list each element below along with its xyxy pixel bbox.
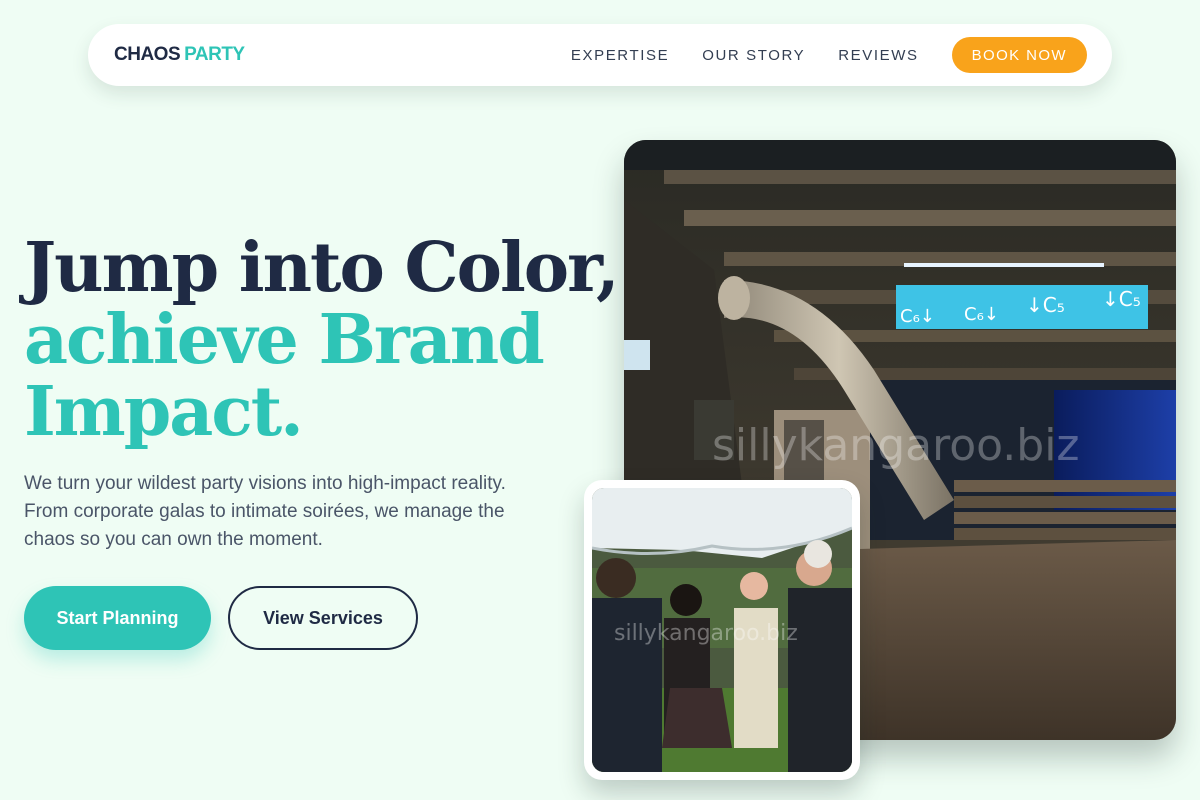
hero-headline-line-2: achieve Brand: [24, 300, 545, 380]
sign-c5-right: ↓C₅: [1102, 287, 1141, 311]
nav-link-our-story[interactable]: OUR STORY: [702, 47, 805, 64]
hero-headline: Jump into Color, achieve Brand Impact.: [24, 228, 620, 452]
hero-headline-line-3: Impact.: [24, 372, 304, 452]
hero-headline-line-1: Jump into Color,: [24, 228, 620, 308]
event-watermark: sillykangaroo.biz: [614, 621, 798, 646]
event-photo-card: sillykangaroo.biz: [584, 480, 860, 780]
sign-c6-right: C₆↓: [964, 304, 999, 325]
hero-description: We turn your wildest party visions into …: [24, 473, 506, 550]
navbar: CHAOS PARTY EXPERTISE OUR STORY REVIEWS B…: [88, 24, 1112, 86]
venue-watermark: sillykangaroo.biz: [712, 420, 1080, 471]
brand-logo[interactable]: CHAOS PARTY: [114, 44, 245, 66]
nav-menu: EXPERTISE OUR STORY REVIEWS BOOK NOW: [571, 37, 1087, 73]
nav-link-expertise[interactable]: EXPERTISE: [571, 47, 669, 64]
view-services-button[interactable]: View Services: [228, 586, 418, 650]
sign-c6-left: C₆↓: [900, 306, 935, 327]
sign-c5-left: ↓C₅: [1026, 293, 1065, 317]
start-planning-button[interactable]: Start Planning: [24, 586, 211, 650]
brand-logo-primary: CHAOS: [114, 44, 181, 65]
event-photo: sillykangaroo.biz: [592, 488, 852, 772]
book-now-button[interactable]: BOOK NOW: [951, 37, 1087, 73]
brand-logo-accent: PARTY: [184, 44, 245, 65]
nav-link-reviews[interactable]: REVIEWS: [838, 47, 918, 64]
